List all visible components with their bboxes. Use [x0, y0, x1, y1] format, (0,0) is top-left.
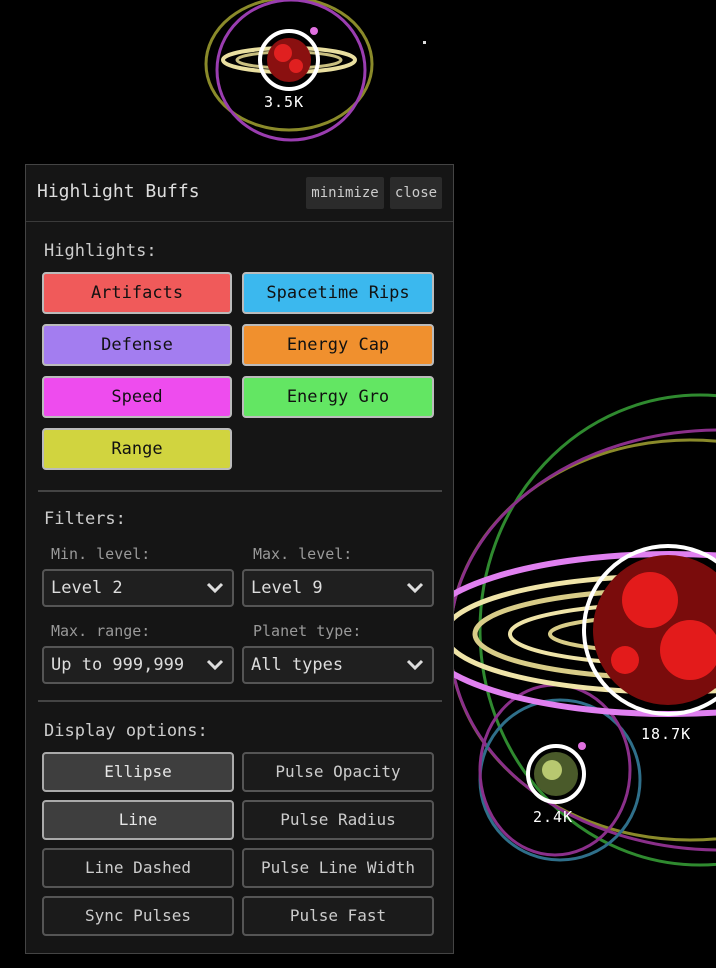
display-pulse-radius-button[interactable]: Pulse Radius	[242, 800, 434, 840]
artifact-dot	[310, 27, 318, 35]
max-range-value: Up to 999,999	[51, 655, 185, 675]
min-level-label: Min. level:	[51, 545, 151, 563]
planet-type-value: All types	[251, 655, 344, 675]
highlights-label: Highlights:	[44, 241, 157, 261]
close-button[interactable]: close	[390, 177, 442, 209]
planet-small-bottom[interactable]	[526, 742, 586, 804]
chevron-down-icon	[206, 659, 224, 671]
display-pulse-opacity-button[interactable]: Pulse Opacity	[242, 752, 434, 792]
planet-small-top[interactable]	[204, 0, 374, 142]
planet-energy-label: 2.4K	[533, 808, 574, 826]
max-range-label: Max. range:	[51, 622, 151, 640]
min-level-value: Level 2	[51, 578, 123, 598]
filters-label: Filters:	[44, 509, 126, 529]
display-line-dashed-button[interactable]: Line Dashed	[42, 848, 234, 888]
planet-body	[267, 38, 311, 82]
display-options-label: Display options:	[44, 721, 208, 741]
divider	[38, 700, 442, 702]
display-pulse-line-width-button[interactable]: Pulse Line Width	[242, 848, 434, 888]
planet-energy-label: 18.7K	[641, 725, 692, 743]
highlight-defense-button[interactable]: Defense	[42, 324, 232, 366]
chevron-down-icon	[406, 659, 424, 671]
highlight-speed-button[interactable]: Speed	[42, 376, 232, 418]
chevron-down-icon	[206, 582, 224, 594]
display-sync-pulses-button[interactable]: Sync Pulses	[42, 896, 234, 936]
highlight-energy-gro-button[interactable]: Energy Gro	[242, 376, 434, 418]
planet-energy-label: 3.5K	[264, 93, 305, 111]
minimize-button[interactable]: minimize	[306, 177, 384, 209]
display-ellipse-button[interactable]: Ellipse	[42, 752, 234, 792]
highlight-spacetime-rips-button[interactable]: Spacetime Rips	[242, 272, 434, 314]
artifact-dot	[578, 742, 586, 750]
max-level-label: Max. level:	[253, 545, 353, 563]
panel-title: Highlight Buffs	[37, 181, 200, 202]
highlight-range-button[interactable]: Range	[42, 428, 232, 470]
planet-type-select[interactable]: All types	[242, 646, 434, 684]
highlight-energy-cap-button[interactable]: Energy Cap	[242, 324, 434, 366]
highlight-buffs-panel: Highlight Buffs minimize close Highlight…	[25, 164, 454, 954]
display-line-button[interactable]: Line	[42, 800, 234, 840]
max-level-select[interactable]: Level 9	[242, 569, 434, 607]
max-range-select[interactable]: Up to 999,999	[42, 646, 234, 684]
panel-header[interactable]: Highlight Buffs minimize close	[26, 165, 453, 222]
divider	[38, 490, 442, 492]
star-dot	[423, 41, 426, 44]
planet-type-label: Planet type:	[253, 622, 362, 640]
highlight-artifacts-button[interactable]: Artifacts	[42, 272, 232, 314]
min-level-select[interactable]: Level 2	[42, 569, 234, 607]
max-level-value: Level 9	[251, 578, 323, 598]
chevron-down-icon	[406, 582, 424, 594]
display-pulse-fast-button[interactable]: Pulse Fast	[242, 896, 434, 936]
planet-large-right[interactable]	[417, 393, 716, 867]
